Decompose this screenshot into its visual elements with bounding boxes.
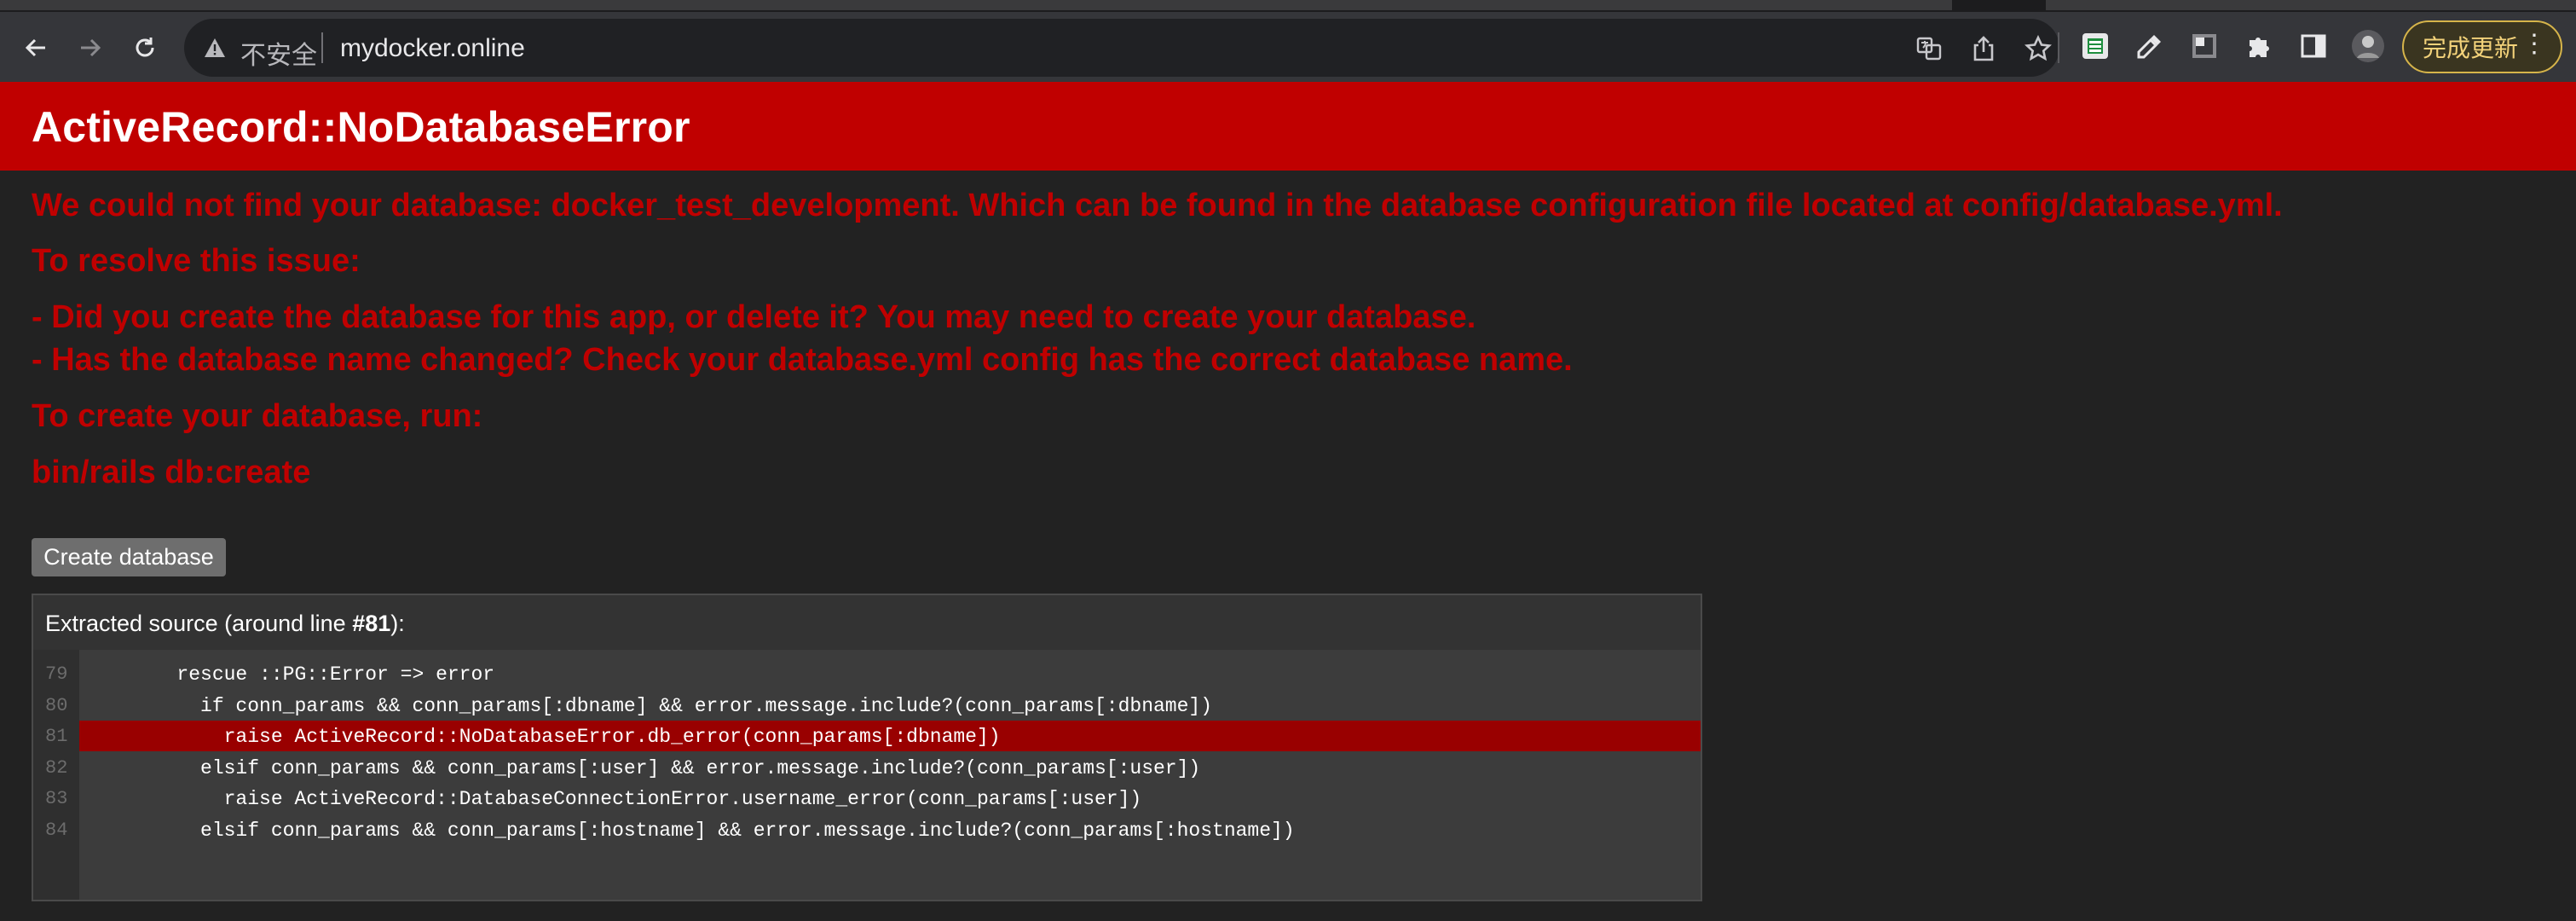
warning-icon[interactable] xyxy=(203,36,227,60)
security-label[interactable]: 不安全 xyxy=(240,34,317,72)
line-number: 84 xyxy=(45,819,68,841)
url-text[interactable]: mydocker.online xyxy=(340,34,525,63)
update-button[interactable]: 完成更新 ⋮ xyxy=(2402,20,2562,73)
page-title: ActiveRecord::NoDatabaseError xyxy=(32,103,690,151)
tab-strip-background-right xyxy=(2046,0,2576,10)
omnibox-separator xyxy=(321,32,323,63)
menu-icon[interactable]: ⋮ xyxy=(2521,29,2547,59)
puzzle-extensions-icon[interactable] xyxy=(2242,29,2276,63)
source-title-suffix: ): xyxy=(390,611,405,636)
source-title-line: #81 xyxy=(352,611,391,636)
code-text: rescue ::PG::Error => error xyxy=(83,663,495,686)
code-line: 84 elsif conn_params && conn_params[:hos… xyxy=(33,814,1701,845)
hint-create-database: - Did you create the database for this a… xyxy=(32,299,1476,335)
tab-strip-background xyxy=(0,0,1952,10)
code-line-highlighted: 81 raise ActiveRecord::NoDatabaseError.d… xyxy=(33,721,1701,751)
code-text: raise ActiveRecord::NoDatabaseError.db_e… xyxy=(83,726,1001,748)
extension-icon[interactable] xyxy=(2187,29,2221,63)
toolbar-divider xyxy=(2058,32,2059,63)
extracted-source-panel: Extracted source (around line #81): 79 r… xyxy=(32,594,1702,901)
profile-avatar[interactable] xyxy=(2351,29,2385,63)
error-message: We could not find your database: docker_… xyxy=(32,188,2283,223)
create-command: bin/rails db:create xyxy=(32,455,311,490)
sheets-extension-icon[interactable] xyxy=(2078,29,2112,63)
line-number: 83 xyxy=(45,788,68,809)
hint-database-name: - Has the database name changed? Check y… xyxy=(32,342,1573,378)
source-title: Extracted source (around line #81): xyxy=(45,611,405,637)
forward-icon[interactable] xyxy=(73,31,107,65)
create-database-button[interactable]: Create database xyxy=(32,538,226,576)
back-icon[interactable] xyxy=(19,31,53,65)
browser-toolbar: 不安全 mydocker.online 完成更新 ⋮ xyxy=(0,12,2576,82)
line-number: 80 xyxy=(45,694,68,716)
line-number: 79 xyxy=(45,663,68,685)
side-panel-icon[interactable] xyxy=(2296,29,2331,63)
error-header: ActiveRecord::NoDatabaseError xyxy=(0,82,2576,171)
eyedropper-extension-icon[interactable] xyxy=(2133,29,2167,63)
code-text: raise ActiveRecord::DatabaseConnectionEr… xyxy=(83,788,1142,810)
code-text: if conn_params && conn_params[:dbname] &… xyxy=(83,694,1213,717)
code-line: 79 rescue ::PG::Error => error xyxy=(33,658,1701,689)
code-line: 80 if conn_params && conn_params[:dbname… xyxy=(33,690,1701,721)
code-line: 82 elsif conn_params && conn_params[:use… xyxy=(33,752,1701,783)
resolve-heading: To resolve this issue: xyxy=(32,243,361,279)
source-title-prefix: Extracted source (around line xyxy=(45,611,353,636)
code-listing: 79 rescue ::PG::Error => error 80 if conn… xyxy=(33,650,1701,900)
line-number: 81 xyxy=(45,726,68,747)
create-heading: To create your database, run: xyxy=(32,398,483,434)
line-number: 82 xyxy=(45,756,68,779)
translate-icon[interactable] xyxy=(1915,34,1944,63)
code-line: 83 raise ActiveRecord::DatabaseConnectio… xyxy=(33,783,1701,814)
update-button-label: 完成更新 xyxy=(2423,35,2519,61)
code-text: elsif conn_params && conn_params[:user] … xyxy=(83,756,1201,779)
code-text: elsif conn_params && conn_params[:hostna… xyxy=(83,819,1295,842)
reload-icon[interactable] xyxy=(128,31,162,65)
bookmark-star-icon[interactable] xyxy=(2024,34,2053,63)
share-icon[interactable] xyxy=(1969,34,1998,63)
tab-strip xyxy=(0,0,2576,12)
address-bar[interactable]: 不安全 mydocker.online xyxy=(184,19,2059,77)
